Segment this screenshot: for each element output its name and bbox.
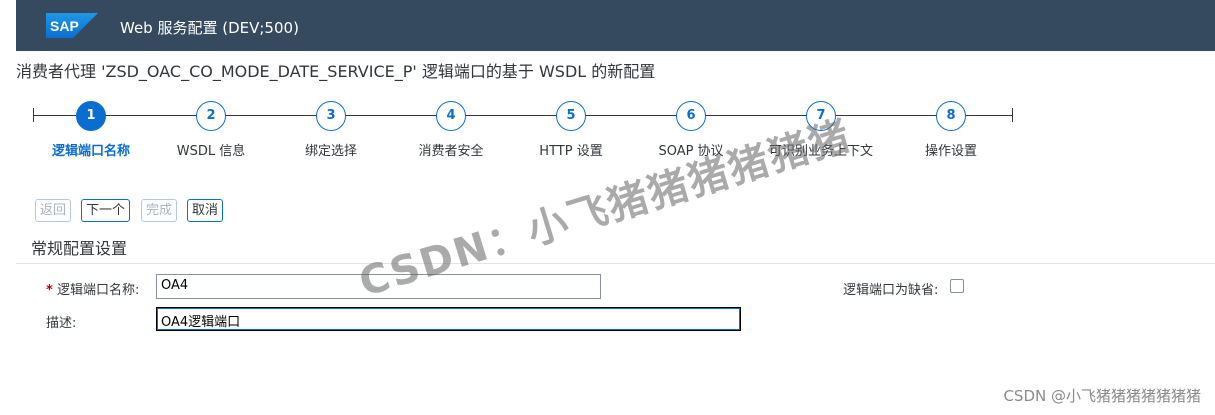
default-port-label: 逻辑端口为缺省: (843, 283, 939, 298)
svg-text:SAP: SAP (50, 18, 79, 34)
port-name-input[interactable]: OA4 (156, 274, 601, 299)
next-button[interactable]: 下一个 (81, 199, 131, 222)
sap-logo: SAP (46, 13, 98, 38)
wizard-step-label-1[interactable]: 逻辑端口名称 (52, 140, 130, 159)
wizard-step-5[interactable]: 5 (556, 101, 586, 131)
cancel-button[interactable]: 取消 (187, 199, 224, 222)
credit-text: CSDN @小飞猪猪猪猪猪猪猪 (1003, 387, 1201, 405)
rail-start-cap (33, 108, 34, 122)
wizard-step-label-3[interactable]: 绑定选择 (305, 140, 357, 159)
wizard-step-label-6[interactable]: SOAP 协议 (658, 140, 723, 159)
shell-bar: SAP Web 服务配置 (DEV;500) (16, 0, 1215, 51)
wizard-step-3[interactable]: 3 (316, 101, 346, 131)
wizard-step-label-5[interactable]: HTTP 设置 (539, 140, 602, 159)
port-name-label-text: 逻辑端口名称: (56, 283, 140, 298)
wizard-step-label-2[interactable]: WSDL 信息 (177, 140, 246, 159)
wizard-rail (34, 115, 1012, 116)
required-marker: * (46, 283, 53, 298)
wizard-step-label-4[interactable]: 消费者安全 (418, 140, 483, 159)
wizard-step-6[interactable]: 6 (676, 101, 706, 131)
section-title: 常规配置设置 (31, 239, 128, 258)
section-divider (16, 263, 1215, 264)
description-input[interactable]: OA4逻辑端口 (156, 307, 741, 331)
description-label: 描述: (46, 316, 77, 331)
port-name-label: * 逻辑端口名称: (46, 279, 139, 298)
finish-button[interactable]: 完成 (141, 199, 178, 222)
wizard-step-7[interactable]: 7 (806, 101, 836, 131)
back-button[interactable]: 返回 (35, 199, 72, 222)
wizard-step-8[interactable]: 8 (936, 101, 966, 131)
wizard-step-1[interactable]: 1 (76, 101, 106, 131)
wizard-step-2[interactable]: 2 (196, 101, 226, 131)
default-port-checkbox[interactable] (950, 279, 964, 293)
wizard-step-4[interactable]: 4 (436, 101, 466, 131)
app-title: Web 服务配置 (DEV;500) (120, 19, 299, 37)
rail-end-cap (1012, 108, 1013, 122)
wizard-step-label-8[interactable]: 操作设置 (925, 140, 977, 159)
wizard-roadmap: 1 逻辑端口名称 2 WSDL 信息 3 绑定选择 4 消费者安全 5 HTTP 设置 6 SOAP … (0, 98, 1215, 168)
wizard-step-label-7[interactable]: 可识别业务上下文 (769, 140, 873, 159)
page-title: 消费者代理 'ZSD_OAC_CO_MODE_DATE_SERVICE_P' 逻… (16, 62, 656, 81)
